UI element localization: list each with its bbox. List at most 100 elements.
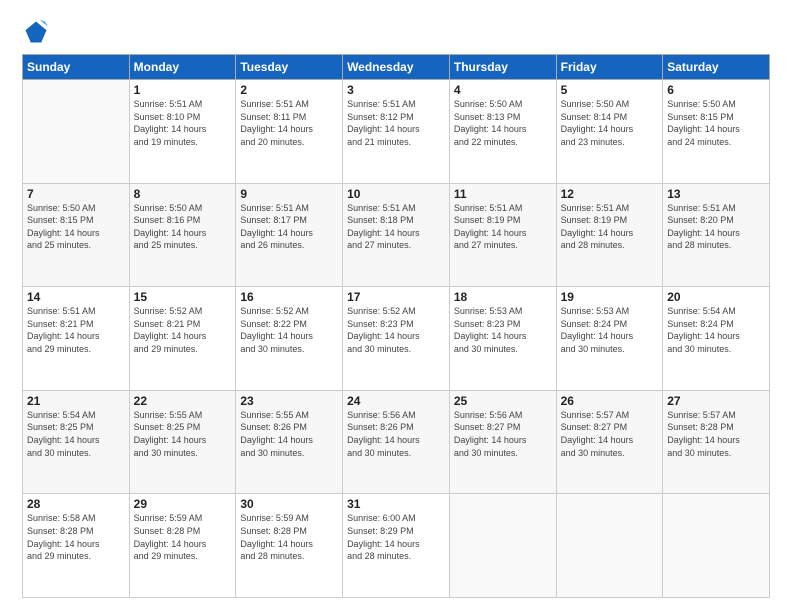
- day-info: Sunrise: 5:51 AMSunset: 8:17 PMDaylight:…: [240, 202, 338, 252]
- day-number: 16: [240, 290, 338, 304]
- calendar-cell: [23, 80, 130, 184]
- page: SundayMondayTuesdayWednesdayThursdayFrid…: [0, 0, 792, 612]
- day-info: Sunrise: 5:53 AMSunset: 8:23 PMDaylight:…: [454, 305, 552, 355]
- calendar-cell: 20Sunrise: 5:54 AMSunset: 8:24 PMDayligh…: [663, 287, 770, 391]
- calendar-table: SundayMondayTuesdayWednesdayThursdayFrid…: [22, 54, 770, 598]
- calendar-cell: [556, 494, 663, 598]
- day-info: Sunrise: 5:57 AMSunset: 8:27 PMDaylight:…: [561, 409, 659, 459]
- day-info: Sunrise: 5:51 AMSunset: 8:10 PMDaylight:…: [134, 98, 232, 148]
- day-number: 20: [667, 290, 765, 304]
- day-number: 24: [347, 394, 445, 408]
- day-number: 27: [667, 394, 765, 408]
- day-number: 30: [240, 497, 338, 511]
- day-info: Sunrise: 5:51 AMSunset: 8:19 PMDaylight:…: [454, 202, 552, 252]
- calendar-header-wednesday: Wednesday: [343, 55, 450, 80]
- day-number: 21: [27, 394, 125, 408]
- day-number: 9: [240, 187, 338, 201]
- day-info: Sunrise: 5:51 AMSunset: 8:18 PMDaylight:…: [347, 202, 445, 252]
- calendar-cell: 5Sunrise: 5:50 AMSunset: 8:14 PMDaylight…: [556, 80, 663, 184]
- day-info: Sunrise: 5:50 AMSunset: 8:13 PMDaylight:…: [454, 98, 552, 148]
- day-number: 31: [347, 497, 445, 511]
- day-number: 17: [347, 290, 445, 304]
- day-info: Sunrise: 5:59 AMSunset: 8:28 PMDaylight:…: [240, 512, 338, 562]
- calendar-cell: 18Sunrise: 5:53 AMSunset: 8:23 PMDayligh…: [449, 287, 556, 391]
- calendar-cell: 21Sunrise: 5:54 AMSunset: 8:25 PMDayligh…: [23, 390, 130, 494]
- day-info: Sunrise: 5:54 AMSunset: 8:25 PMDaylight:…: [27, 409, 125, 459]
- day-info: Sunrise: 5:50 AMSunset: 8:15 PMDaylight:…: [667, 98, 765, 148]
- day-number: 25: [454, 394, 552, 408]
- calendar-week-row: 1Sunrise: 5:51 AMSunset: 8:10 PMDaylight…: [23, 80, 770, 184]
- day-info: Sunrise: 5:55 AMSunset: 8:25 PMDaylight:…: [134, 409, 232, 459]
- logo-icon: [22, 18, 50, 46]
- calendar-cell: 31Sunrise: 6:00 AMSunset: 8:29 PMDayligh…: [343, 494, 450, 598]
- day-number: 13: [667, 187, 765, 201]
- day-number: 1: [134, 83, 232, 97]
- day-number: 5: [561, 83, 659, 97]
- day-info: Sunrise: 5:53 AMSunset: 8:24 PMDaylight:…: [561, 305, 659, 355]
- calendar-cell: 26Sunrise: 5:57 AMSunset: 8:27 PMDayligh…: [556, 390, 663, 494]
- calendar-cell: 19Sunrise: 5:53 AMSunset: 8:24 PMDayligh…: [556, 287, 663, 391]
- day-info: Sunrise: 5:50 AMSunset: 8:16 PMDaylight:…: [134, 202, 232, 252]
- day-number: 19: [561, 290, 659, 304]
- day-info: Sunrise: 5:56 AMSunset: 8:26 PMDaylight:…: [347, 409, 445, 459]
- day-number: 12: [561, 187, 659, 201]
- calendar-cell: 8Sunrise: 5:50 AMSunset: 8:16 PMDaylight…: [129, 183, 236, 287]
- day-number: 7: [27, 187, 125, 201]
- calendar-cell: 9Sunrise: 5:51 AMSunset: 8:17 PMDaylight…: [236, 183, 343, 287]
- calendar-header-thursday: Thursday: [449, 55, 556, 80]
- calendar-cell: 6Sunrise: 5:50 AMSunset: 8:15 PMDaylight…: [663, 80, 770, 184]
- calendar-cell: 3Sunrise: 5:51 AMSunset: 8:12 PMDaylight…: [343, 80, 450, 184]
- calendar-cell: 24Sunrise: 5:56 AMSunset: 8:26 PMDayligh…: [343, 390, 450, 494]
- calendar-header-friday: Friday: [556, 55, 663, 80]
- calendar-cell: [663, 494, 770, 598]
- calendar-week-row: 7Sunrise: 5:50 AMSunset: 8:15 PMDaylight…: [23, 183, 770, 287]
- day-info: Sunrise: 5:51 AMSunset: 8:12 PMDaylight:…: [347, 98, 445, 148]
- day-info: Sunrise: 5:51 AMSunset: 8:19 PMDaylight:…: [561, 202, 659, 252]
- day-info: Sunrise: 5:55 AMSunset: 8:26 PMDaylight:…: [240, 409, 338, 459]
- calendar-cell: 2Sunrise: 5:51 AMSunset: 8:11 PMDaylight…: [236, 80, 343, 184]
- calendar-week-row: 14Sunrise: 5:51 AMSunset: 8:21 PMDayligh…: [23, 287, 770, 391]
- calendar-header-monday: Monday: [129, 55, 236, 80]
- day-info: Sunrise: 5:52 AMSunset: 8:21 PMDaylight:…: [134, 305, 232, 355]
- calendar-cell: 16Sunrise: 5:52 AMSunset: 8:22 PMDayligh…: [236, 287, 343, 391]
- day-number: 23: [240, 394, 338, 408]
- day-number: 28: [27, 497, 125, 511]
- day-number: 10: [347, 187, 445, 201]
- day-info: Sunrise: 5:51 AMSunset: 8:21 PMDaylight:…: [27, 305, 125, 355]
- day-info: Sunrise: 6:00 AMSunset: 8:29 PMDaylight:…: [347, 512, 445, 562]
- calendar-cell: 1Sunrise: 5:51 AMSunset: 8:10 PMDaylight…: [129, 80, 236, 184]
- day-info: Sunrise: 5:57 AMSunset: 8:28 PMDaylight:…: [667, 409, 765, 459]
- day-number: 14: [27, 290, 125, 304]
- day-number: 3: [347, 83, 445, 97]
- calendar-cell: 29Sunrise: 5:59 AMSunset: 8:28 PMDayligh…: [129, 494, 236, 598]
- calendar-cell: 25Sunrise: 5:56 AMSunset: 8:27 PMDayligh…: [449, 390, 556, 494]
- day-number: 8: [134, 187, 232, 201]
- day-number: 15: [134, 290, 232, 304]
- calendar-cell: [449, 494, 556, 598]
- calendar-cell: 10Sunrise: 5:51 AMSunset: 8:18 PMDayligh…: [343, 183, 450, 287]
- calendar-header-sunday: Sunday: [23, 55, 130, 80]
- day-info: Sunrise: 5:58 AMSunset: 8:28 PMDaylight:…: [27, 512, 125, 562]
- calendar-week-row: 28Sunrise: 5:58 AMSunset: 8:28 PMDayligh…: [23, 494, 770, 598]
- day-info: Sunrise: 5:50 AMSunset: 8:14 PMDaylight:…: [561, 98, 659, 148]
- day-info: Sunrise: 5:50 AMSunset: 8:15 PMDaylight:…: [27, 202, 125, 252]
- calendar-cell: 14Sunrise: 5:51 AMSunset: 8:21 PMDayligh…: [23, 287, 130, 391]
- day-number: 2: [240, 83, 338, 97]
- calendar-cell: 23Sunrise: 5:55 AMSunset: 8:26 PMDayligh…: [236, 390, 343, 494]
- calendar-cell: 11Sunrise: 5:51 AMSunset: 8:19 PMDayligh…: [449, 183, 556, 287]
- day-number: 11: [454, 187, 552, 201]
- calendar-cell: 4Sunrise: 5:50 AMSunset: 8:13 PMDaylight…: [449, 80, 556, 184]
- calendar-cell: 28Sunrise: 5:58 AMSunset: 8:28 PMDayligh…: [23, 494, 130, 598]
- calendar-cell: 27Sunrise: 5:57 AMSunset: 8:28 PMDayligh…: [663, 390, 770, 494]
- calendar-header-saturday: Saturday: [663, 55, 770, 80]
- day-number: 29: [134, 497, 232, 511]
- day-number: 22: [134, 394, 232, 408]
- calendar-week-row: 21Sunrise: 5:54 AMSunset: 8:25 PMDayligh…: [23, 390, 770, 494]
- day-info: Sunrise: 5:52 AMSunset: 8:22 PMDaylight:…: [240, 305, 338, 355]
- calendar-cell: 17Sunrise: 5:52 AMSunset: 8:23 PMDayligh…: [343, 287, 450, 391]
- day-info: Sunrise: 5:59 AMSunset: 8:28 PMDaylight:…: [134, 512, 232, 562]
- header: [22, 18, 770, 46]
- day-info: Sunrise: 5:51 AMSunset: 8:11 PMDaylight:…: [240, 98, 338, 148]
- day-info: Sunrise: 5:52 AMSunset: 8:23 PMDaylight:…: [347, 305, 445, 355]
- calendar-cell: 22Sunrise: 5:55 AMSunset: 8:25 PMDayligh…: [129, 390, 236, 494]
